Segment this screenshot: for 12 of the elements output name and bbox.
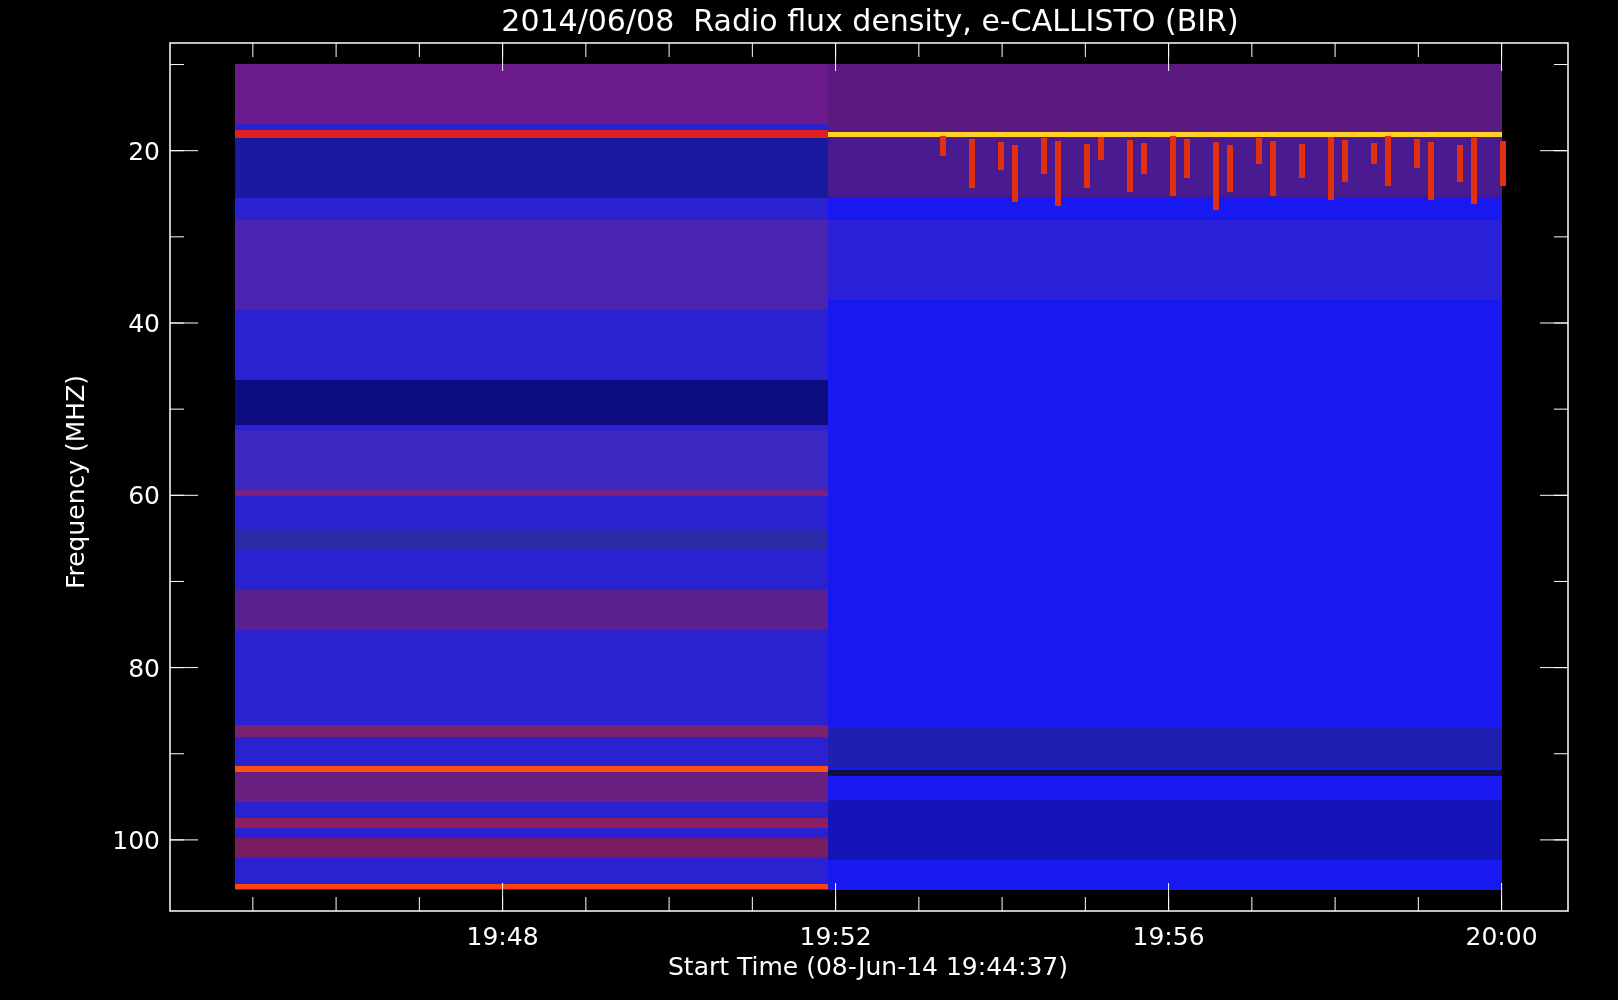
y-tick-label: 80 (128, 653, 160, 683)
x-tick-label: 19:52 (799, 922, 872, 951)
x-tick-label: 19:56 (1132, 922, 1205, 951)
y-tick-label: 40 (128, 309, 160, 338)
x-tick-label: 20:00 (1465, 922, 1538, 951)
x-tick-label: 19:48 (466, 922, 539, 951)
y-axis-label: Frequency (MHZ) (61, 374, 90, 590)
y-tick-label: 60 (128, 481, 160, 511)
x-axis-label: Start Time (08-Jun-14 19:44:37) (668, 952, 1068, 981)
y-tick-label: 100 (112, 825, 160, 855)
y-tick-label: 20 (128, 136, 160, 166)
plot-title: 2014/06/08 Radio flux density, e-CALLISTO (BIR) (501, 3, 1239, 38)
